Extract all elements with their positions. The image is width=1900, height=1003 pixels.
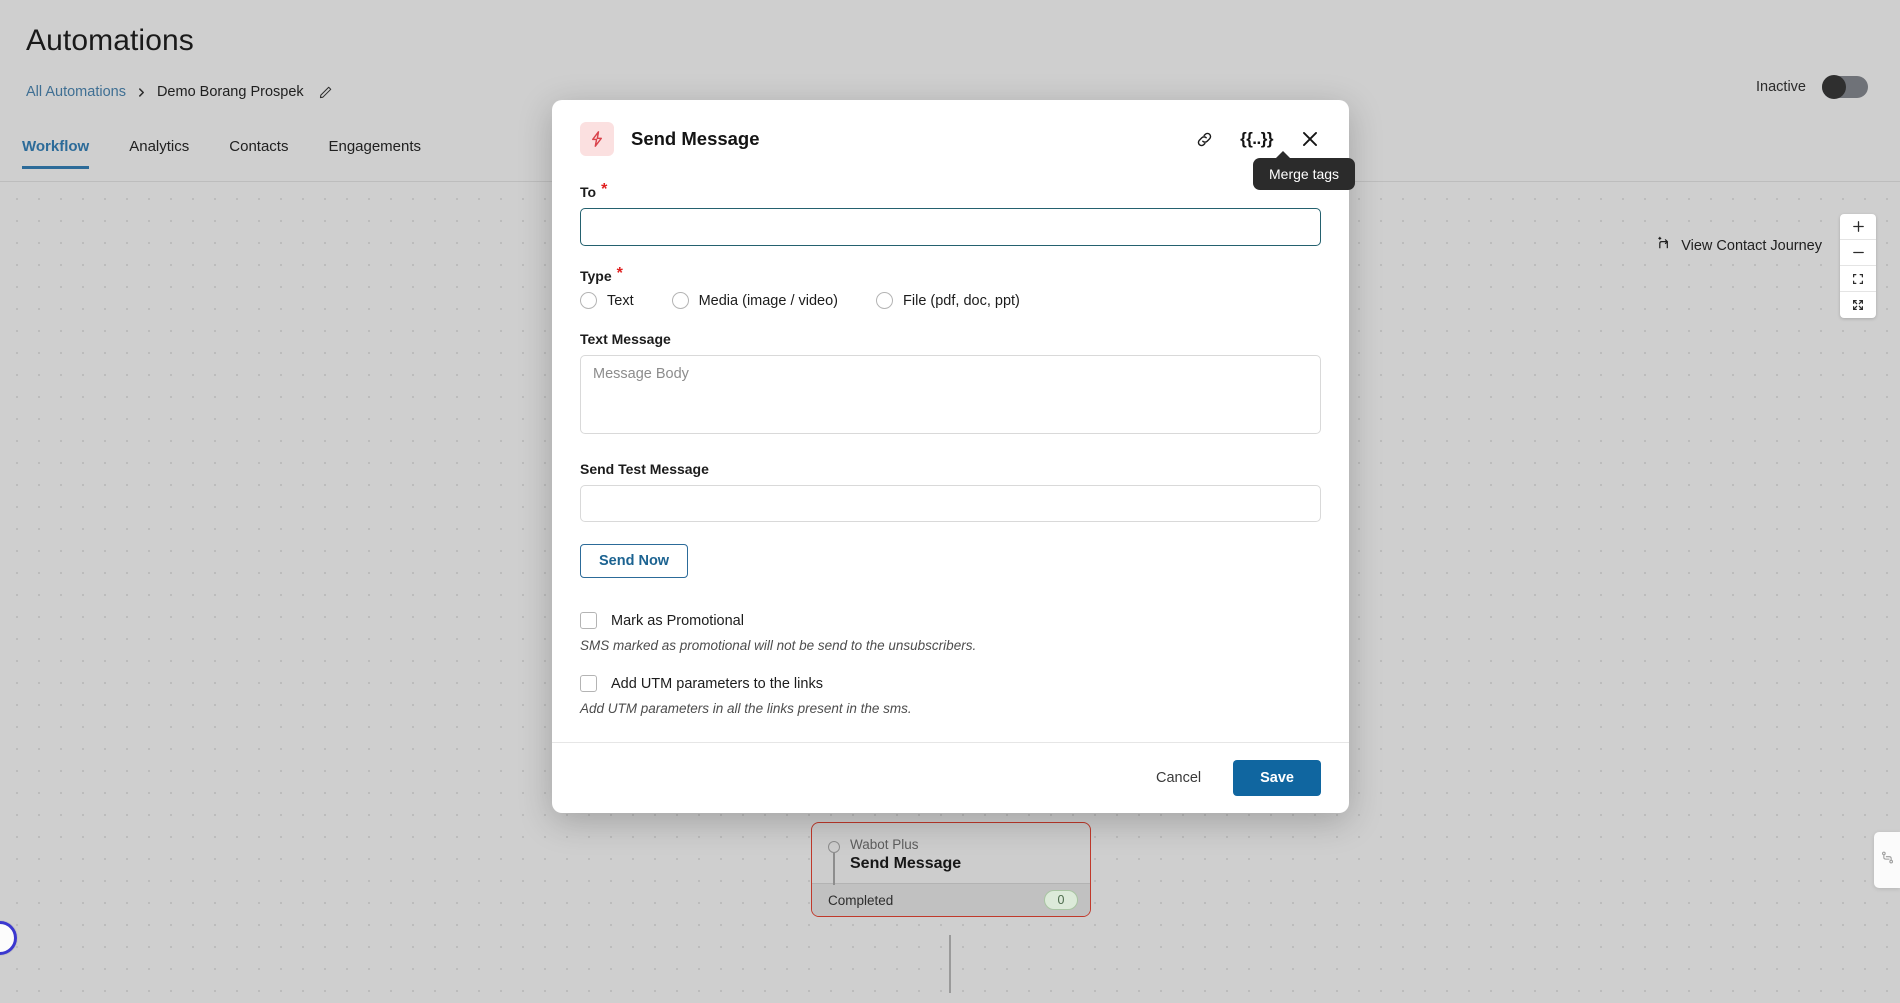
breadcrumb-all-automations[interactable]: All Automations: [26, 84, 126, 100]
mark-as-promotional-label: Mark as Promotional: [611, 612, 744, 629]
merge-tags-icon[interactable]: {{..}}: [1240, 129, 1273, 149]
zoom-in-button[interactable]: [1840, 214, 1876, 240]
modal-body: To * Type * Text Media (image / video) F…: [552, 164, 1349, 716]
radio-circle-icon: [580, 292, 597, 309]
node-anchor-dot: [828, 841, 840, 853]
status-label: Inactive: [1756, 79, 1806, 95]
node-anchor-line: [833, 853, 835, 885]
tab-workflow[interactable]: Workflow: [22, 138, 90, 169]
tab-contacts[interactable]: Contacts: [229, 138, 288, 169]
to-label: To: [580, 184, 597, 200]
modal-footer: Cancel Save: [552, 742, 1349, 813]
automations-page: View Contact Journey Wabot Plus Send Mes…: [0, 0, 1900, 1003]
field-to: To *: [580, 181, 1321, 246]
add-utm-label: Add UTM parameters to the links: [611, 675, 823, 692]
node-status-label: Completed: [828, 892, 894, 908]
radio-circle-icon: [671, 292, 689, 309]
node-count-badge[interactable]: 0: [1044, 890, 1078, 910]
breadcrumb-separator-icon: [136, 87, 147, 98]
minimap-toggle[interactable]: [1874, 832, 1900, 888]
send-message-modal: Send Message {{..}} To * Type * Text Med…: [552, 100, 1349, 813]
tab-analytics[interactable]: Analytics: [129, 138, 189, 169]
toggle-knob: [1822, 75, 1846, 99]
radio-text[interactable]: Text: [580, 292, 634, 309]
required-marker: *: [601, 181, 608, 198]
to-label-row: To *: [580, 181, 1321, 201]
close-icon[interactable]: [1299, 128, 1321, 150]
modal-title: Send Message: [631, 128, 760, 149]
flow-branch-icon: [1881, 851, 1894, 869]
promotional-group: Mark as Promotional SMS marked as promot…: [580, 612, 1321, 653]
to-input[interactable]: [580, 208, 1321, 246]
required-marker: *: [616, 265, 623, 282]
send-now-row: Send Now: [580, 544, 1321, 578]
send-test-message-label: Send Test Message: [580, 461, 709, 477]
field-text-message: Text Message: [580, 331, 1321, 439]
journey-branch-icon: [1657, 236, 1672, 255]
text-message-label-row: Text Message: [580, 331, 1321, 347]
page-title: Automations: [26, 24, 194, 57]
fit-view-button[interactable]: [1840, 266, 1876, 292]
text-message-label: Text Message: [580, 331, 671, 347]
tab-contacts-label: Contacts: [229, 138, 289, 155]
view-contact-journey-button[interactable]: View Contact Journey: [1657, 236, 1822, 255]
breadcrumb-current: Demo Borang Prospek: [156, 84, 304, 100]
node-body: Wabot Plus Send Message: [812, 823, 1090, 885]
type-label-row: Type *: [580, 265, 1321, 285]
node-footer: Completed 0: [812, 883, 1090, 916]
type-label: Type: [580, 268, 612, 284]
merge-tags-tooltip: Merge tags: [1253, 151, 1356, 190]
tab-workflow-label: Workflow: [22, 138, 90, 155]
send-test-message-input[interactable]: [580, 485, 1321, 522]
mark-as-promotional-checkbox-row[interactable]: Mark as Promotional: [580, 612, 1321, 629]
link-icon[interactable]: [1195, 130, 1214, 149]
text-message-textarea[interactable]: [580, 355, 1321, 434]
automation-status: Inactive: [1756, 75, 1868, 99]
breadcrumb: All Automations Demo Borang Prospek: [26, 84, 333, 100]
edit-pencil-icon[interactable]: [318, 85, 333, 100]
add-utm-checkbox-row[interactable]: Add UTM parameters to the links: [580, 675, 1321, 692]
radio-media-label: Media (image / video): [698, 292, 839, 309]
chat-launcher[interactable]: [0, 921, 17, 955]
modal-header: Send Message {{..}}: [552, 100, 1349, 164]
field-type: Type * Text Media (image / video) File (…: [580, 265, 1321, 309]
modal-header-actions: {{..}}: [1195, 128, 1321, 150]
modal-header-left: Send Message: [580, 122, 760, 156]
cancel-button[interactable]: Cancel: [1138, 760, 1219, 796]
page-tabs[interactable]: Workflow Analytics Contacts Engagements: [22, 138, 421, 169]
send-test-message-label-row: Send Test Message: [580, 461, 1321, 477]
view-contact-journey-label: View Contact Journey: [1681, 237, 1822, 254]
zoom-controls[interactable]: [1840, 214, 1876, 318]
checkbox-icon: [580, 612, 597, 629]
full-screen-button[interactable]: [1840, 292, 1876, 318]
node-provider-label: Wabot Plus: [850, 837, 919, 852]
checkbox-icon: [580, 675, 597, 692]
type-radio-group[interactable]: Text Media (image / video) File (pdf, do…: [580, 292, 1321, 309]
radio-text-label: Text: [607, 292, 634, 309]
activate-toggle[interactable]: [1822, 75, 1868, 99]
node-connector-line: [949, 935, 951, 993]
send-now-button[interactable]: Send Now: [580, 544, 689, 578]
tab-engagements[interactable]: Engagements: [328, 138, 421, 169]
workflow-node-send-message[interactable]: Wabot Plus Send Message Completed 0: [811, 822, 1091, 917]
zoom-out-button[interactable]: [1840, 240, 1876, 266]
node-title: Send Message: [850, 855, 962, 872]
tab-engagements-label: Engagements: [328, 138, 422, 155]
radio-circle-icon: [876, 292, 894, 309]
radio-media[interactable]: Media (image / video): [671, 292, 839, 309]
radio-file-label: File (pdf, doc, ppt): [903, 292, 1020, 309]
mark-as-promotional-help: SMS marked as promotional will not be se…: [580, 638, 977, 653]
lightning-bolt-icon: [580, 122, 614, 156]
radio-file[interactable]: File (pdf, doc, ppt): [876, 292, 1020, 309]
field-send-test-message: Send Test Message: [580, 461, 1321, 522]
add-utm-help: Add UTM parameters in all the links pres…: [580, 701, 912, 716]
tab-analytics-label: Analytics: [129, 138, 190, 155]
save-button[interactable]: Save: [1233, 760, 1321, 796]
utm-group: Add UTM parameters to the links Add UTM …: [580, 675, 1321, 716]
